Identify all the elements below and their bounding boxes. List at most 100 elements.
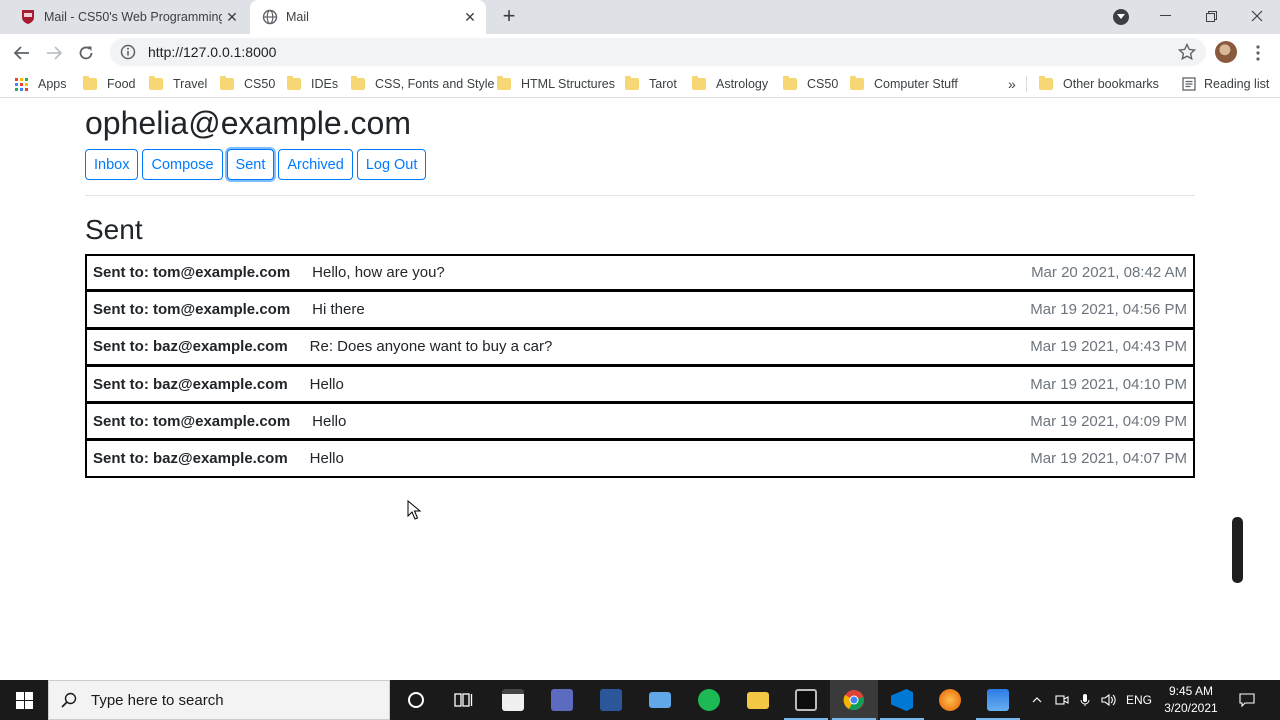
folder-icon xyxy=(850,76,864,90)
notifications-icon[interactable] xyxy=(1236,680,1258,720)
microphone-icon[interactable] xyxy=(1076,680,1094,720)
bookmark-astrology[interactable]: Astrology xyxy=(692,70,768,98)
bookmark-star-icon[interactable] xyxy=(1178,43,1196,61)
new-tab-icon[interactable]: + xyxy=(497,5,521,29)
bookmarks-overflow-button[interactable]: » xyxy=(1008,70,1016,98)
email-list: Sent to: tom@example.com Hello, how are … xyxy=(85,254,1195,478)
email-subject: Re: Does anyone want to buy a car? xyxy=(309,338,553,356)
profile-avatar[interactable] xyxy=(1215,41,1237,63)
word-icon[interactable] xyxy=(587,680,635,720)
taskbar-search-box[interactable]: Type here to search xyxy=(48,680,390,720)
bookmark-tarot[interactable]: Tarot xyxy=(625,70,677,98)
mouse-cursor-icon xyxy=(407,500,421,520)
clock-date: 3/20/2021 xyxy=(1164,701,1218,715)
bookmark-ides[interactable]: IDEs xyxy=(287,70,338,98)
tab-mail[interactable]: Mail ✕ xyxy=(250,0,486,34)
email-subject: Hello xyxy=(309,450,344,468)
browser-toolbar: http://127.0.0.1:8000 xyxy=(0,34,1280,70)
reading-list-icon xyxy=(1182,77,1196,91)
harvard-shield-icon xyxy=(20,9,36,25)
inbox-button[interactable]: Inbox xyxy=(85,149,139,180)
tab-search-icon[interactable] xyxy=(1113,9,1129,25)
email-subject: Hi there xyxy=(312,300,365,318)
cortana-icon[interactable] xyxy=(392,680,440,720)
email-timestamp: Mar 19 2021, 04:10 PM xyxy=(1030,375,1187,393)
firefox-icon[interactable] xyxy=(926,680,974,720)
language-indicator[interactable]: ENG xyxy=(1124,680,1154,720)
browser-tab-bar: Mail - CS50's Web Programming ✕ Mail ✕ + xyxy=(0,0,1280,34)
folder-icon xyxy=(149,76,163,90)
email-timestamp: Mar 19 2021, 04:43 PM xyxy=(1030,338,1187,356)
email-timestamp: Mar 20 2021, 08:42 AM xyxy=(1031,264,1187,282)
search-placeholder: Type here to search xyxy=(91,691,224,709)
bookmark-travel[interactable]: Travel xyxy=(149,70,207,98)
store-icon[interactable] xyxy=(489,680,537,720)
folder-icon xyxy=(1039,76,1053,90)
forward-arrow-icon[interactable] xyxy=(41,40,67,66)
bookmark-food[interactable]: Food xyxy=(83,70,136,98)
vs-icon[interactable] xyxy=(538,680,586,720)
apps-grid-icon xyxy=(15,77,28,91)
user-email-heading: ophelia@example.com xyxy=(85,105,411,141)
spotify-icon[interactable] xyxy=(685,680,733,720)
scrollbar-thumb[interactable] xyxy=(1232,517,1243,583)
file-explorer-icon[interactable] xyxy=(734,680,782,720)
chrome-icon[interactable] xyxy=(830,680,878,720)
close-icon[interactable]: ✕ xyxy=(222,9,242,26)
email-timestamp: Mar 19 2021, 04:56 PM xyxy=(1030,300,1187,318)
address-bar[interactable]: http://127.0.0.1:8000 xyxy=(110,38,1206,66)
email-subject: Hello xyxy=(309,375,344,393)
window-close-icon[interactable] xyxy=(1234,0,1280,32)
folder-icon xyxy=(351,76,365,90)
explorer-pc-icon[interactable] xyxy=(636,680,684,720)
compose-button[interactable]: Compose xyxy=(142,149,223,180)
folder-icon xyxy=(83,76,97,90)
folder-icon xyxy=(692,76,706,90)
folder-icon xyxy=(497,76,511,90)
tab-title: Mail - CS50's Web Programming xyxy=(44,10,222,24)
email-recipient: Sent to: tom@example.com xyxy=(93,264,291,282)
vscode-icon[interactable] xyxy=(878,680,926,720)
email-recipient: Sent to: tom@example.com xyxy=(93,412,291,430)
minimize-icon[interactable] xyxy=(1142,0,1188,32)
email-row[interactable]: Sent to: baz@example.com Hello Mar 19 20… xyxy=(85,440,1195,478)
reload-icon[interactable] xyxy=(73,40,99,66)
info-icon[interactable] xyxy=(120,44,136,60)
bookmark-cs50[interactable]: CS50 xyxy=(220,70,275,98)
bookmark-cs50-2[interactable]: CS50 xyxy=(783,70,838,98)
folder-icon xyxy=(220,76,234,90)
task-view-icon[interactable] xyxy=(440,680,488,720)
back-arrow-icon[interactable] xyxy=(9,40,35,66)
restore-icon[interactable] xyxy=(1188,0,1234,32)
email-row[interactable]: Sent to: baz@example.com Hello Mar 19 20… xyxy=(85,365,1195,404)
archived-button[interactable]: Archived xyxy=(278,149,353,180)
globe-icon xyxy=(262,9,278,25)
logout-button[interactable]: Log Out xyxy=(356,149,427,180)
bookmark-html-structures[interactable]: HTML Structures xyxy=(497,70,615,98)
volume-icon[interactable] xyxy=(1099,680,1119,720)
email-recipient: Sent to: baz@example.com xyxy=(93,450,288,468)
email-row[interactable]: Sent to: tom@example.com Hello Mar 19 20… xyxy=(85,403,1195,441)
bookmark-computer-stuff[interactable]: Computer Stuff xyxy=(850,70,958,98)
taskbar-clock[interactable]: 9:45 AM 3/20/2021 xyxy=(1156,683,1226,717)
email-row[interactable]: Sent to: baz@example.com Re: Does anyone… xyxy=(85,328,1195,366)
tab-title: Mail xyxy=(286,10,309,24)
tray-chevron-icon[interactable] xyxy=(1028,680,1046,720)
email-recipient: Sent to: baz@example.com xyxy=(93,375,288,393)
sent-button[interactable]: Sent xyxy=(226,149,275,180)
photos-icon[interactable] xyxy=(974,680,1022,720)
bookmark-css-fonts[interactable]: CSS, Fonts and Style xyxy=(351,70,495,98)
search-icon xyxy=(61,692,77,708)
email-row[interactable]: Sent to: tom@example.com Hi there Mar 19… xyxy=(85,291,1195,329)
close-icon[interactable]: ✕ xyxy=(460,9,480,26)
bookmark-other[interactable]: Other bookmarks xyxy=(1039,70,1159,98)
tab-cs50-mail[interactable]: Mail - CS50's Web Programming ✕ xyxy=(8,0,248,34)
terminal-icon[interactable] xyxy=(782,680,830,720)
reading-list-button[interactable]: Reading list xyxy=(1182,70,1269,98)
email-row[interactable]: Sent to: tom@example.com Hello, how are … xyxy=(85,254,1195,292)
kebab-menu-icon[interactable] xyxy=(1248,42,1268,64)
bookmark-apps[interactable]: Apps xyxy=(15,70,67,98)
divider xyxy=(85,195,1195,196)
windows-start-icon[interactable] xyxy=(0,680,48,720)
meet-now-icon[interactable] xyxy=(1053,680,1071,720)
